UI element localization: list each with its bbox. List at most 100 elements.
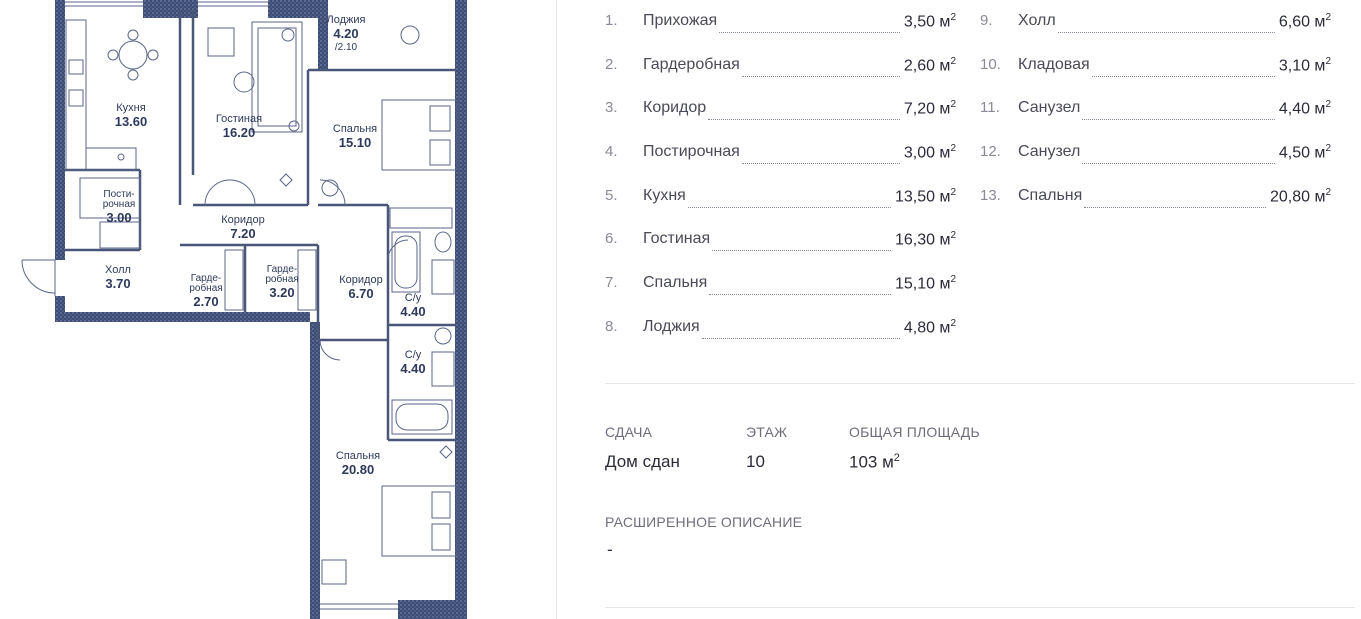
room-area: 13,50 м2 bbox=[895, 187, 956, 206]
plan-label-name-2: рочная bbox=[102, 199, 136, 210]
room-area-unit-sup: 2 bbox=[950, 12, 956, 23]
room-name: Холл bbox=[1018, 12, 1056, 29]
dotted-leader bbox=[708, 119, 900, 121]
living-furniture bbox=[207, 21, 303, 187]
plan-label-corridor2: Коридор 6.70 bbox=[339, 274, 382, 302]
floor-label: ЭТАЖ bbox=[746, 424, 788, 440]
room-area-unit-sup: 2 bbox=[1325, 143, 1331, 155]
room-number: 1. bbox=[605, 12, 618, 29]
room-number: 4. bbox=[605, 143, 618, 161]
room-name: Постирочная bbox=[643, 143, 740, 161]
plan-label-area: 13.60 bbox=[114, 114, 148, 129]
plan-label-name: Спальня bbox=[335, 450, 381, 462]
room-area-unit-sup: 2 bbox=[950, 230, 956, 242]
room-name: Спальня bbox=[643, 274, 708, 292]
room-name: Кухня bbox=[643, 186, 686, 204]
dotted-leader bbox=[688, 206, 891, 208]
plan-label-name: Лоджия bbox=[326, 14, 366, 26]
room-name: Спальня bbox=[1018, 186, 1083, 204]
dotted-leader bbox=[709, 294, 891, 296]
room-area-value: 20,80 м bbox=[1269, 188, 1326, 206]
plan-label-hall: Холл 3.70 bbox=[105, 264, 131, 292]
room-area-unit-sup: 2 bbox=[950, 143, 956, 155]
total-area-number: 103 м bbox=[849, 452, 894, 472]
room-area-value: 3,50 м bbox=[903, 13, 951, 31]
plan-label-area: 2.70 bbox=[193, 294, 219, 309]
room-row: 9. Холл 6,60 м2 bbox=[980, 8, 1331, 52]
room-area-unit-sup: 2 bbox=[1325, 55, 1331, 67]
plan-label-area: 16.20 bbox=[222, 125, 256, 140]
room-area-unit-sup: 2 bbox=[950, 317, 956, 329]
bottom-divider bbox=[605, 607, 1355, 608]
delivery-value: Дом сдан bbox=[605, 452, 680, 471]
room-row: 1. Прихожая 3,50 м2 bbox=[605, 8, 956, 52]
dotted-leader bbox=[1058, 32, 1275, 33]
apartment-page: Лоджия 4.20 /2.10 Кухня 13.60 Гостиная 1… bbox=[0, 0, 1361, 619]
room-name: Лоджия bbox=[643, 317, 700, 335]
dotted-leader bbox=[742, 163, 900, 165]
room-row: 2. Гардеробная 2,60 м2 bbox=[605, 52, 956, 96]
room-area-value: 3,10 м bbox=[1278, 57, 1326, 75]
plan-label-area: 20.80 bbox=[341, 462, 375, 477]
plan-label-area: 4.40 bbox=[400, 361, 426, 376]
plan-label-bath2: С/у 4.40 bbox=[400, 349, 425, 377]
vertical-divider bbox=[556, 0, 557, 619]
room-area-value: 4,80 м bbox=[903, 319, 951, 337]
dotted-leader bbox=[1084, 206, 1266, 208]
room-area-value: 6,60 м bbox=[1278, 13, 1326, 31]
room-area: 6,60 м2 bbox=[1279, 12, 1331, 31]
plan-label-name: Коридор bbox=[221, 214, 265, 226]
room-area: 2,60 м2 bbox=[904, 56, 956, 75]
room-name: Коридор bbox=[643, 99, 707, 117]
room-number: 13. bbox=[980, 186, 1001, 204]
plan-label-bath1: С/у 4.40 bbox=[400, 292, 425, 320]
room-name: Прихожая bbox=[643, 12, 718, 29]
room-area: 16,30 м2 bbox=[895, 230, 956, 249]
plan-label-area: 6.70 bbox=[348, 286, 374, 301]
room-area-value: 4,50 м bbox=[1278, 144, 1326, 162]
plan-label-name: Гостиная bbox=[215, 113, 263, 125]
plan-label-area: 3.20 bbox=[269, 285, 295, 300]
room-name: Гардеробная bbox=[643, 55, 740, 73]
room-row: 4. Постирочная 3,00 м2 bbox=[605, 139, 956, 183]
floor-plan[interactable]: Лоджия 4.20 /2.10 Кухня 13.60 Гостиная 1… bbox=[0, 0, 556, 619]
room-area: 3,10 м2 bbox=[1279, 56, 1331, 75]
plan-label-area: 3.00 bbox=[106, 210, 132, 225]
room-area: 20,80 м2 bbox=[1270, 187, 1331, 206]
room-area-value: 3,00 м bbox=[903, 144, 951, 162]
room-number: 6. bbox=[605, 230, 618, 248]
room-area-value: 15,10 м bbox=[894, 275, 951, 293]
room-number: 11. bbox=[980, 99, 1000, 117]
plan-label-sub: /2.10 bbox=[334, 42, 358, 53]
room-number: 12. bbox=[980, 143, 1001, 161]
plan-label-name-2: робная bbox=[189, 283, 223, 294]
dotted-leader bbox=[712, 250, 891, 252]
floor-plan-drawing bbox=[21, 0, 467, 619]
bathroom-fixtures bbox=[391, 231, 455, 435]
dotted-leader bbox=[1082, 119, 1275, 121]
plan-label-area: 7.20 bbox=[230, 226, 256, 241]
extended-description-label: РАСШИРЕННОЕ ОПИСАНИЕ bbox=[605, 514, 803, 530]
room-number: 3. bbox=[605, 99, 618, 117]
total-area-label: ОБЩАЯ ПЛОЩАДЬ bbox=[849, 424, 980, 440]
room-area: 4,80 м2 bbox=[904, 318, 956, 337]
plan-label-name: Коридор bbox=[339, 274, 383, 286]
room-row: 8. Лоджия 4,80 м2 bbox=[605, 314, 956, 358]
room-area: 3,50 м2 bbox=[904, 12, 956, 31]
room-number: 8. bbox=[605, 317, 618, 335]
room-row: 12. Санузел 4,50 м2 bbox=[980, 139, 1331, 183]
section-divider bbox=[605, 383, 1355, 384]
room-number: 7. bbox=[605, 274, 618, 292]
plan-label-laundry: Пости- рочная 3.00 bbox=[103, 190, 136, 226]
room-area-value: 2,60 м bbox=[903, 57, 951, 75]
plan-label-name: Холл bbox=[105, 264, 131, 276]
room-row: 11. Санузел 4,40 м2 bbox=[980, 95, 1331, 139]
plan-label-wardrobe2: Гарде- робная 3.20 bbox=[265, 265, 298, 301]
room-row: 10. Кладовая 3,10 м2 bbox=[980, 52, 1331, 96]
total-area-value: 103 м2 bbox=[849, 452, 900, 473]
extended-description-value: - bbox=[607, 540, 613, 559]
plan-label-area: 4.40 bbox=[400, 304, 426, 319]
room-area-value: 4,40 м bbox=[1278, 100, 1326, 118]
plan-label-bedroom1: Спальня 15.10 bbox=[333, 123, 377, 151]
room-number: 10. bbox=[980, 55, 1001, 73]
